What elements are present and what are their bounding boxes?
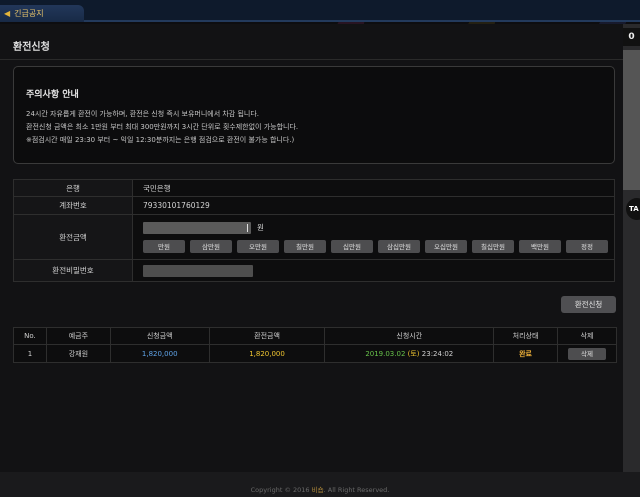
chip-button[interactable]: 만원: [143, 239, 185, 253]
password-cell: [132, 259, 615, 282]
title-divider: [0, 59, 623, 60]
table-row: 1 강재원 1,820,000 1,820,000 2019.03.02 (토)…: [13, 344, 618, 363]
password-input[interactable]: [143, 264, 253, 277]
side-scrollbar[interactable]: [623, 50, 640, 190]
col-requested: 신청금액: [109, 327, 210, 345]
caution-line: ※점검시간 매일 23:30 부터 ~ 익일 12:30분까지는 은행 점검으로…: [26, 136, 295, 144]
top-bar: ◀ 긴급공지: [0, 0, 640, 22]
caution-line: 환전신청 금액은 최소 1만원 부터 최대 300만원까지 3시간 단위로 횟수…: [26, 123, 299, 131]
history-header: No. 예금주 신청금액 환전금액 신청시간 처리상태 삭제: [13, 327, 618, 345]
account-row: 계좌번호 79330101760129: [13, 196, 615, 215]
delete-button[interactable]: 삭제: [567, 347, 606, 360]
chip-button[interactable]: 칠십만원: [472, 239, 514, 253]
history-table: No. 예금주 신청금액 환전금액 신청시간 처리상태 삭제 1 강재원 1,8…: [13, 327, 618, 363]
amount-unit: 원: [257, 223, 264, 232]
row-time: 2019.03.02 (토) 23:24:02: [324, 344, 495, 363]
notice-tab[interactable]: ◀ 긴급공지: [0, 5, 84, 22]
bank-value: 국민은행: [132, 179, 615, 197]
amount-cell: 원 만원 삼만원 오만원 칠만원 십만원 삼십만원 오십만원 칠십만원 백만원 …: [132, 214, 615, 260]
row-holder: 강재원: [45, 344, 111, 363]
caution-title: 주의사항 안내: [26, 90, 79, 100]
password-row: 환전비밀번호: [13, 259, 615, 282]
row-no: 1: [13, 344, 47, 363]
col-holder: 예금주: [45, 327, 111, 345]
row-delete-cell: 삭제: [556, 344, 618, 363]
chip-button[interactable]: 칠만원: [284, 239, 326, 253]
chip-button[interactable]: 삼십만원: [378, 239, 420, 253]
amount-row: 환전금액 원 만원 삼만원 오만원 칠만원 십만원 삼십만원 오십만원 칠십만원…: [13, 214, 615, 260]
notice-label: 긴급공지: [14, 9, 44, 18]
exchange-panel: 환전신청 주의사항 안내 24시간 자유롭게 환전이 가능하며, 환전은 신청 …: [0, 24, 623, 472]
chip-button[interactable]: 삼만원: [190, 239, 232, 253]
exchange-form: 은행 국민은행 계좌번호 79330101760129 환전금액 원 만원 삼만…: [13, 179, 615, 282]
footer: Copyright © 2016 비숍. All Right Reserved.: [0, 472, 640, 497]
col-time: 신청시간: [324, 327, 495, 345]
row-requested: 1,820,000: [109, 344, 210, 363]
apply-button[interactable]: 환전신청: [561, 296, 616, 313]
caution-box: 주의사항 안내 24시간 자유롭게 환전이 가능하며, 환전은 신청 즉시 보유…: [13, 66, 615, 164]
chip-button[interactable]: 백만원: [519, 239, 561, 253]
chip-button[interactable]: 십만원: [331, 239, 373, 253]
col-status: 처리상태: [493, 327, 558, 345]
amount-label: 환전금액: [13, 214, 133, 260]
amount-chips: 만원 삼만원 오만원 칠만원 십만원 삼십만원 오십만원 칠십만원 백만원 정정: [143, 239, 614, 253]
footer-suffix: . All Right Reserved.: [323, 486, 390, 494]
account-label: 계좌번호: [13, 196, 133, 215]
password-label: 환전비밀번호: [13, 259, 133, 282]
side-count-badge[interactable]: 0: [623, 28, 640, 46]
back-arrow-icon: ◀: [4, 9, 11, 18]
col-exchanged: 환전금액: [208, 327, 326, 345]
row-time-day: (토): [407, 349, 420, 358]
chip-button[interactable]: 오십만원: [425, 239, 467, 253]
col-no: No.: [13, 327, 47, 345]
caution-line: 24시간 자유롭게 환전이 가능하며, 환전은 신청 즉시 보유머니에서 차감 …: [26, 110, 260, 118]
footer-prefix: Copyright © 2016: [250, 486, 312, 494]
footer-brand: 비숍: [311, 486, 324, 494]
chip-button[interactable]: 오만원: [237, 239, 279, 253]
row-status: 완료: [493, 344, 558, 363]
account-value: 79330101760129: [132, 196, 615, 215]
row-time-clock: 23:24:02: [421, 349, 454, 358]
row-exchanged: 1,820,000: [208, 344, 326, 363]
amount-input[interactable]: [143, 221, 251, 234]
col-delete: 삭제: [556, 327, 618, 345]
page-title: 환전신청: [13, 42, 50, 53]
bank-row: 은행 국민은행: [13, 179, 615, 197]
bank-label: 은행: [13, 179, 133, 197]
reset-button[interactable]: 정정: [566, 239, 608, 253]
row-time-date: 2019.03.02: [365, 349, 406, 358]
